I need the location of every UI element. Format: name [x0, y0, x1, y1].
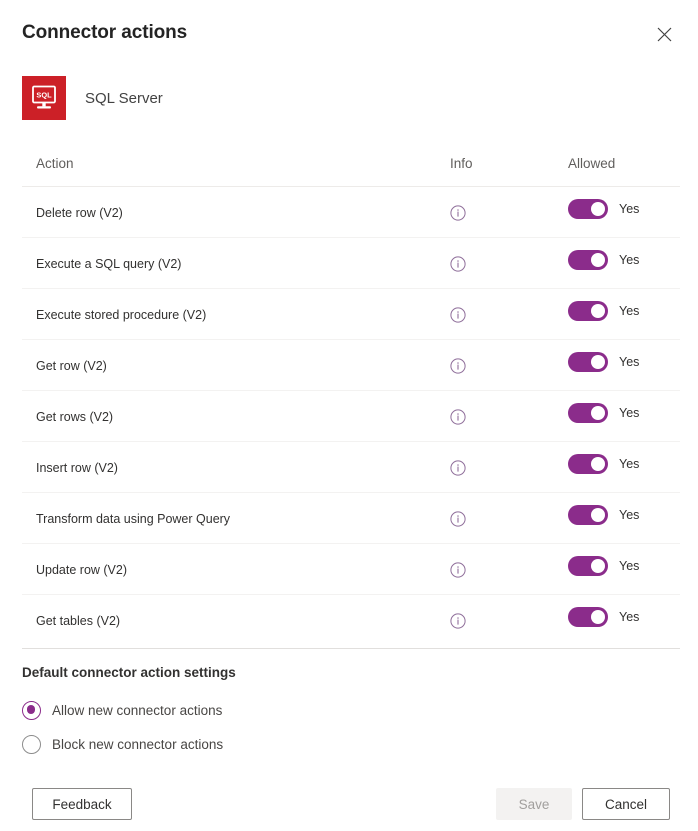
sql-server-icon: SQL	[22, 76, 66, 120]
allowed-toggle-cell: Yes	[568, 234, 639, 285]
toggle-knob	[591, 406, 605, 420]
allowed-toggle[interactable]	[568, 454, 608, 474]
action-name: Get row (V2)	[36, 340, 107, 391]
toggle-knob	[591, 508, 605, 522]
settings-heading: Default connector action settings	[22, 665, 522, 680]
footer-actions: Feedback Save Cancel	[0, 788, 698, 831]
toggle-knob	[591, 253, 605, 267]
cancel-button[interactable]: Cancel	[582, 788, 670, 820]
allowed-toggle-label: Yes	[619, 406, 639, 420]
action-name: Execute a SQL query (V2)	[36, 238, 181, 289]
info-icon[interactable]	[450, 595, 480, 646]
info-icon[interactable]	[450, 391, 480, 442]
allowed-toggle-label: Yes	[619, 202, 639, 216]
page-title: Connector actions	[22, 20, 680, 46]
toggle-knob	[591, 457, 605, 471]
panel-header: Connector actions	[22, 20, 680, 54]
allowed-toggle[interactable]	[568, 403, 608, 423]
allowed-toggle[interactable]	[568, 199, 608, 219]
radio-option-block[interactable]: Block new connector actions	[22, 727, 522, 761]
allowed-toggle[interactable]	[568, 301, 608, 321]
allowed-toggle-label: Yes	[619, 355, 639, 369]
allowed-toggle-label: Yes	[619, 253, 639, 267]
connector-actions-panel: Connector actions SQL SQL Server Action …	[0, 0, 698, 831]
table-row: Get rows (V2) Yes	[22, 391, 680, 442]
table-end-divider	[22, 648, 680, 649]
allowed-toggle[interactable]	[568, 352, 608, 372]
connector-identity: SQL SQL Server	[22, 76, 163, 120]
radio-label: Block new connector actions	[52, 737, 223, 752]
table-row: Transform data using Power Query Yes	[22, 493, 680, 544]
table-row: Get tables (V2) Yes	[22, 595, 680, 646]
connector-name: SQL Server	[85, 90, 163, 107]
table-row: Execute stored procedure (V2) Yes	[22, 289, 680, 340]
table-row: Get row (V2) Yes	[22, 340, 680, 391]
allowed-toggle-cell: Yes	[568, 387, 639, 438]
allowed-toggle-cell: Yes	[568, 336, 639, 387]
allowed-toggle-cell: Yes	[568, 489, 639, 540]
radio-button[interactable]	[22, 735, 41, 754]
save-button: Save	[496, 788, 572, 820]
radio-button[interactable]	[22, 701, 41, 720]
toggle-knob	[591, 559, 605, 573]
table-row: Update row (V2) Yes	[22, 544, 680, 595]
action-name: Get rows (V2)	[36, 391, 113, 442]
table-header-row: Action Info Allowed	[22, 145, 680, 187]
default-connector-action-settings: Default connector action settings Allow …	[22, 665, 522, 761]
allowed-toggle-label: Yes	[619, 610, 639, 624]
toggle-knob	[591, 202, 605, 216]
info-icon[interactable]	[450, 289, 480, 340]
info-icon[interactable]	[450, 442, 480, 493]
action-name: Delete row (V2)	[36, 187, 123, 238]
allowed-toggle-cell: Yes	[568, 183, 639, 234]
info-icon[interactable]	[450, 238, 480, 289]
allowed-toggle[interactable]	[568, 607, 608, 627]
allowed-toggle-cell: Yes	[568, 540, 639, 591]
action-name: Update row (V2)	[36, 544, 127, 595]
action-name: Transform data using Power Query	[36, 493, 230, 544]
column-header-allowed: Allowed	[568, 156, 615, 171]
table-body: Delete row (V2)YesExecute a SQL query (V…	[22, 187, 680, 646]
column-header-action: Action	[36, 156, 74, 171]
allowed-toggle[interactable]	[568, 505, 608, 525]
info-icon[interactable]	[450, 544, 480, 595]
allowed-toggle-cell: Yes	[568, 591, 639, 642]
table-row: Delete row (V2) Yes	[22, 187, 680, 238]
info-icon[interactable]	[450, 340, 480, 391]
info-icon[interactable]	[450, 187, 480, 238]
toggle-knob	[591, 610, 605, 624]
action-name: Execute stored procedure (V2)	[36, 289, 206, 340]
allowed-toggle-cell: Yes	[568, 285, 639, 336]
radio-group: Allow new connector actions Block new con…	[22, 693, 522, 761]
action-name: Insert row (V2)	[36, 442, 118, 493]
allowed-toggle-label: Yes	[619, 457, 639, 471]
column-header-info: Info	[450, 156, 473, 171]
allowed-toggle-label: Yes	[619, 304, 639, 318]
action-name: Get tables (V2)	[36, 595, 120, 646]
allowed-toggle-label: Yes	[619, 559, 639, 573]
radio-option-allow[interactable]: Allow new connector actions	[22, 693, 522, 727]
close-icon[interactable]	[648, 18, 680, 50]
radio-label: Allow new connector actions	[52, 703, 222, 718]
feedback-button[interactable]: Feedback	[32, 788, 132, 820]
actions-table: Action Info Allowed Delete row (V2)YesEx…	[22, 145, 680, 646]
table-row: Execute a SQL query (V2) Yes	[22, 238, 680, 289]
allowed-toggle[interactable]	[568, 556, 608, 576]
svg-text:SQL: SQL	[36, 90, 52, 99]
toggle-knob	[591, 355, 605, 369]
info-icon[interactable]	[450, 493, 480, 544]
allowed-toggle-label: Yes	[619, 508, 639, 522]
toggle-knob	[591, 304, 605, 318]
table-row: Insert row (V2) Yes	[22, 442, 680, 493]
allowed-toggle[interactable]	[568, 250, 608, 270]
allowed-toggle-cell: Yes	[568, 438, 639, 489]
